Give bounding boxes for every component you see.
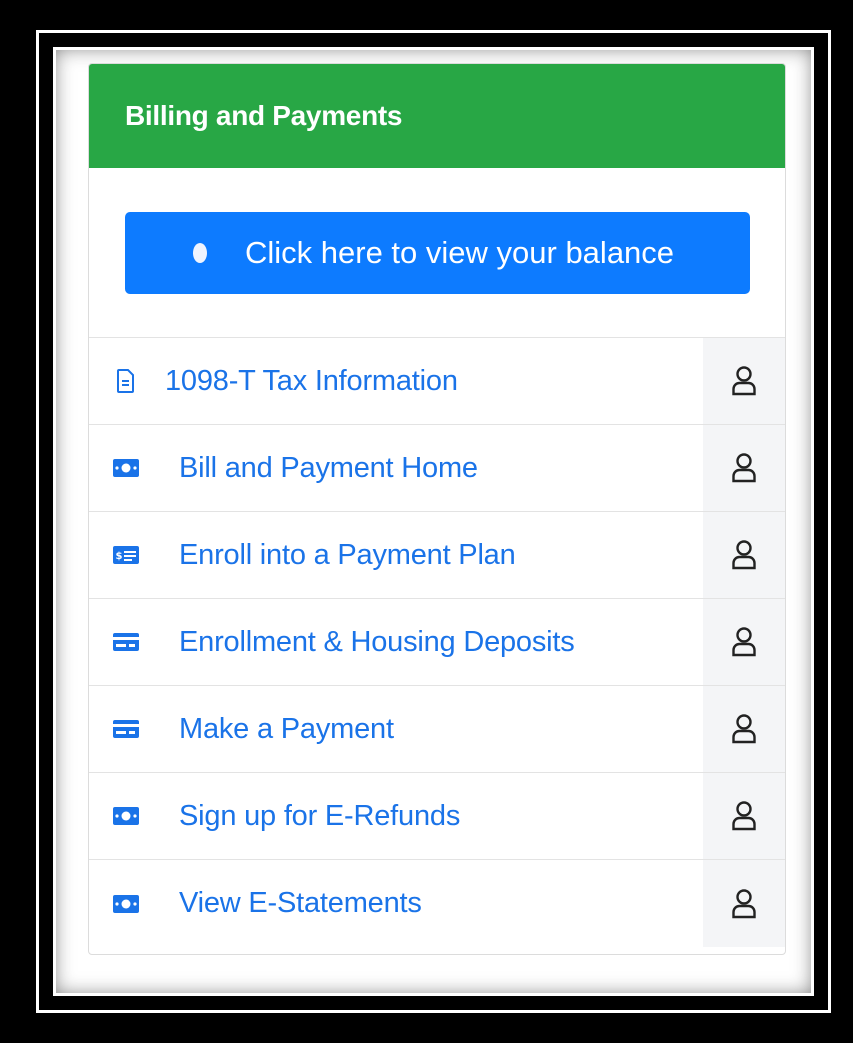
list-item-label: View E-Statements xyxy=(179,887,422,919)
svg-text:$: $ xyxy=(116,551,123,562)
list-item-label: Make a Payment xyxy=(179,712,394,745)
user-icon[interactable] xyxy=(703,773,785,859)
screenshot-frame: Billing and Payments Click here to view … xyxy=(0,0,853,1043)
list-item-view-e-statements[interactable]: View E-Statements xyxy=(89,860,785,947)
billing-links-list: 1098-T Tax Information Bill and Payment … xyxy=(89,338,785,947)
payment-plan-icon: $ xyxy=(113,546,139,564)
view-balance-button[interactable]: Click here to view your balance xyxy=(125,212,750,294)
list-item-enrollment-housing-deposits[interactable]: Enrollment & Housing Deposits xyxy=(89,599,785,686)
dot-icon xyxy=(193,243,207,263)
card-header: Billing and Payments xyxy=(89,64,785,168)
money-icon xyxy=(113,459,139,477)
user-icon[interactable] xyxy=(703,512,785,598)
list-item-1098t-tax-information[interactable]: 1098-T Tax Information xyxy=(89,338,785,425)
list-item-label: Sign up for E-Refunds xyxy=(179,799,461,832)
list-item-label: Enrollment & Housing Deposits xyxy=(179,625,575,658)
card-title: Billing and Payments xyxy=(125,100,403,131)
user-icon[interactable] xyxy=(703,338,785,424)
user-icon[interactable] xyxy=(703,425,785,511)
list-item-make-a-payment[interactable]: Make a Payment xyxy=(89,686,785,773)
user-icon[interactable] xyxy=(703,599,785,685)
credit-card-icon xyxy=(113,633,139,651)
list-item-label: Enroll into a Payment Plan xyxy=(179,538,516,571)
money-icon xyxy=(113,894,139,913)
credit-card-icon xyxy=(113,720,139,738)
billing-card: Billing and Payments Click here to view … xyxy=(88,63,786,955)
view-balance-label: Click here to view your balance xyxy=(245,235,675,270)
user-icon[interactable] xyxy=(703,686,785,772)
list-item-label: 1098-T Tax Information xyxy=(165,364,458,397)
list-item-sign-up-e-refunds[interactable]: Sign up for E-Refunds xyxy=(89,773,785,860)
user-icon[interactable] xyxy=(703,860,785,947)
list-item-label: Bill and Payment Home xyxy=(179,451,478,484)
list-item-bill-and-payment-home[interactable]: Bill and Payment Home xyxy=(89,425,785,512)
card-body: Click here to view your balance xyxy=(89,168,785,338)
money-icon xyxy=(113,807,139,825)
document-icon xyxy=(113,369,139,393)
list-item-enroll-payment-plan[interactable]: $ Enroll into a Payment Plan xyxy=(89,512,785,599)
